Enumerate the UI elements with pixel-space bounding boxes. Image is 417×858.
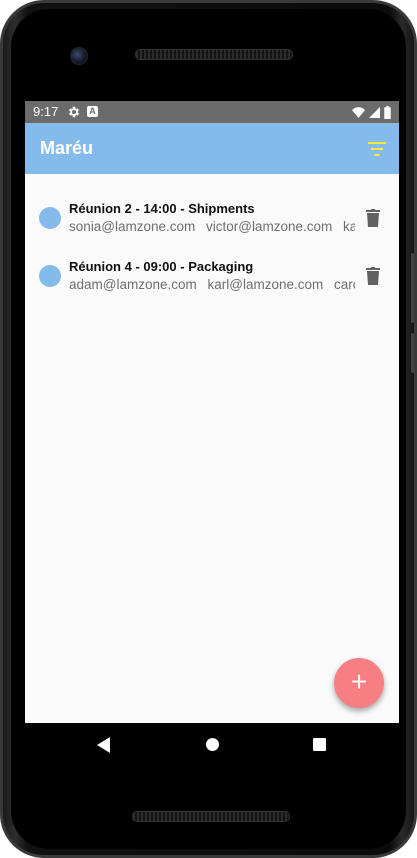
top-speaker-grille [135, 49, 293, 60]
meeting-title: Réunion 2 - 14:00 - Shipments [69, 201, 255, 216]
meeting-title: Réunion 4 - 09:00 - Packaging [69, 259, 254, 274]
front-camera [70, 47, 88, 65]
bottom-speaker-grille [132, 811, 290, 822]
meeting-item[interactable]: Réunion 2 - 14:00 - Shipments sonia@lamz… [25, 174, 399, 234]
status-right-icons [352, 105, 391, 119]
delete-button[interactable] [364, 266, 382, 286]
battery-icon [384, 105, 391, 119]
a-icon: A [87, 106, 98, 117]
add-meeting-button[interactable]: + [334, 658, 384, 708]
trash-icon [366, 267, 380, 285]
status-time: 9:17 [33, 104, 59, 119]
meeting-item[interactable]: Réunion 4 - 09:00 - Packaging adam@lamzo… [25, 232, 399, 292]
filter-icon [368, 142, 386, 156]
trash-icon [366, 209, 380, 227]
wifi-icon [352, 106, 365, 118]
recents-icon[interactable] [313, 738, 326, 751]
status-bar: 9:17 A [25, 101, 399, 123]
back-icon[interactable] [97, 737, 110, 753]
app-screen: 9:17 A Maréu Réunion 2 - 14:00 - Shipmen… [25, 101, 399, 723]
meeting-color-dot [39, 207, 61, 229]
filter-button[interactable] [365, 137, 389, 161]
volume-button[interactable] [411, 253, 414, 323]
participant-email: carol@lamzone.com [334, 277, 355, 292]
power-button[interactable] [411, 333, 414, 373]
meeting-participants: adam@lamzone.com karl@lamzone.com carol@… [69, 277, 355, 292]
participant-email: karl@lamzone.com [207, 277, 324, 292]
signal-icon [369, 106, 380, 118]
meeting-color-dot [39, 265, 61, 287]
gear-icon [68, 106, 80, 118]
app-title: Maréu [40, 138, 94, 158]
delete-button[interactable] [364, 208, 382, 228]
phone-frame: 9:17 A Maréu Réunion 2 - 14:00 - Shipmen… [0, 0, 417, 858]
home-icon[interactable] [206, 738, 219, 751]
app-bar: Maréu [25, 123, 399, 174]
participant-email: adam@lamzone.com [69, 277, 197, 292]
navigation-bar [25, 723, 399, 767]
